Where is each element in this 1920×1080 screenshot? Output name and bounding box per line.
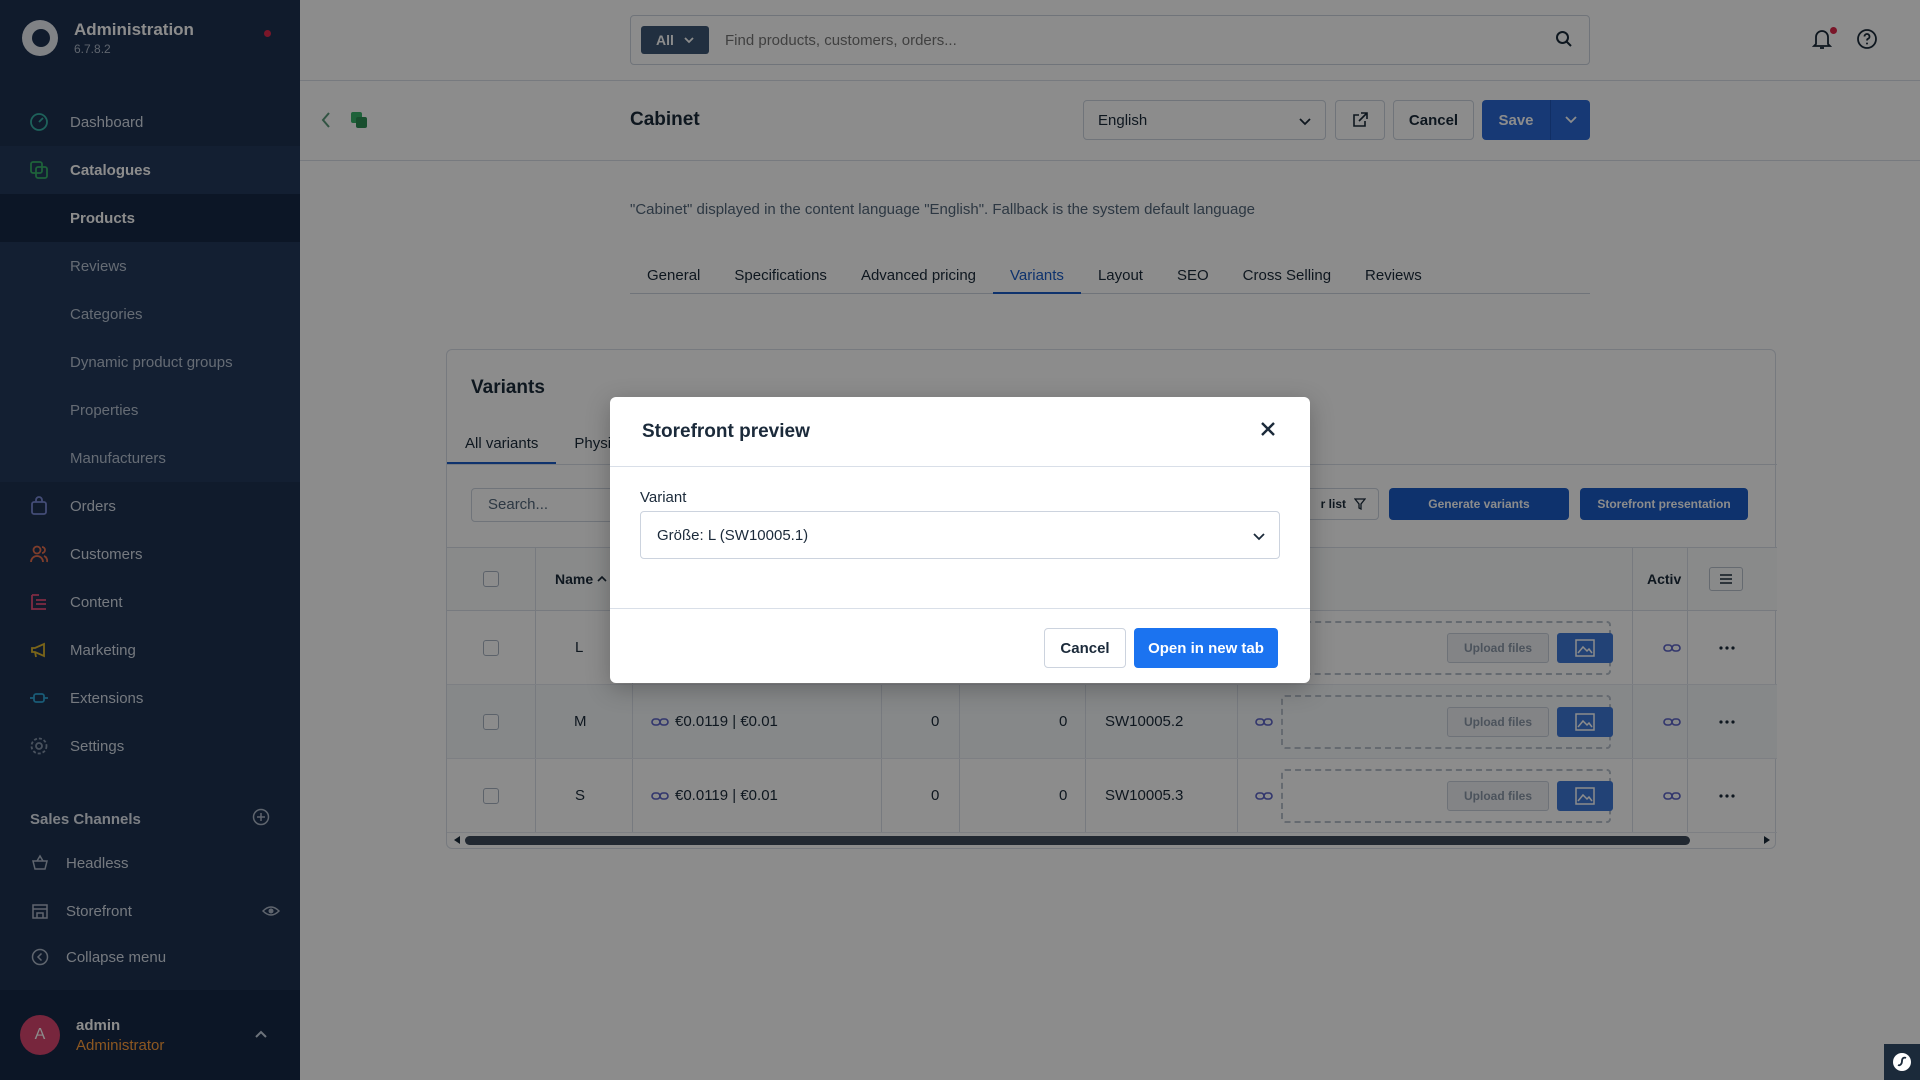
variant-select[interactable]: Größe: L (SW10005.1) [640,511,1280,559]
modal-title: Storefront preview [642,421,810,442]
close-icon[interactable] [1260,421,1276,442]
modal-cancel-button[interactable]: Cancel [1044,628,1126,668]
chevron-down-icon [1253,528,1265,545]
modal-body: Variant Größe: L (SW10005.1) [610,467,1310,609]
variant-select-value: Größe: L (SW10005.1) [657,526,809,544]
symfony-toolbar-icon[interactable] [1884,1044,1920,1080]
open-in-new-tab-button[interactable]: Open in new tab [1134,628,1278,668]
variant-field-label: Variant [640,489,687,506]
modal-header: Storefront preview [610,397,1310,467]
storefront-preview-modal: Storefront preview Variant Größe: L (SW1… [610,397,1310,683]
